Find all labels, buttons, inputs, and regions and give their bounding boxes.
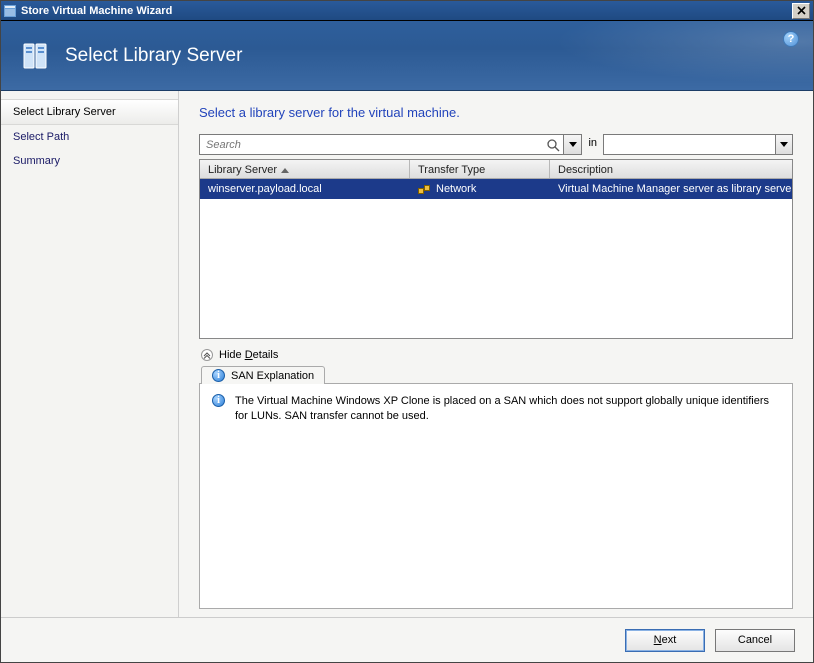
column-library-server[interactable]: Library Server <box>200 160 410 178</box>
wizard-body: Select Library Server Select Path Summar… <box>1 91 813 618</box>
cell-server: winserver.payload.local <box>200 183 410 195</box>
chevron-down-icon <box>775 135 792 154</box>
cell-description: Virtual Machine Manager server as librar… <box>550 183 792 195</box>
next-button[interactable]: Next <box>625 629 705 652</box>
column-label: Transfer Type <box>418 164 485 176</box>
grid-header: Library Server Transfer Type Description <box>200 160 792 179</box>
search-icon[interactable] <box>543 138 563 152</box>
in-label: in <box>582 134 603 155</box>
tab-label: SAN Explanation <box>231 370 314 382</box>
sort-asc-icon <box>281 168 289 173</box>
main-panel: Select a library server for the virtual … <box>179 91 813 617</box>
footer: Next Cancel <box>1 618 813 662</box>
search-scope-dropdown[interactable] <box>603 134 793 155</box>
help-icon[interactable]: ? <box>783 31 799 47</box>
app-icon <box>3 4 17 18</box>
chevron-down-icon <box>569 142 577 147</box>
san-explanation-message: The Virtual Machine Windows XP Clone is … <box>235 394 780 598</box>
banner: Select Library Server ? <box>1 21 813 91</box>
table-row[interactable]: winserver.payload.local Network Virtual … <box>200 179 792 199</box>
step-select-path[interactable]: Select Path <box>1 125 178 149</box>
search-scope-value <box>604 135 775 154</box>
info-icon: i <box>212 369 225 382</box>
column-transfer-type[interactable]: Transfer Type <box>410 160 550 178</box>
close-button[interactable] <box>792 3 810 19</box>
info-icon: i <box>212 394 225 407</box>
page-title: Select Library Server <box>65 45 242 67</box>
cancel-button[interactable]: Cancel <box>715 629 795 652</box>
library-server-icon <box>21 40 53 72</box>
search-input[interactable] <box>200 138 543 152</box>
column-description[interactable]: Description <box>550 160 792 178</box>
steps-sidebar: Select Library Server Select Path Summar… <box>1 91 179 617</box>
library-server-grid: Library Server Transfer Type Description… <box>199 159 793 339</box>
san-explanation-panel: i The Virtual Machine Windows XP Clone i… <box>199 383 793 609</box>
column-label: Description <box>558 164 613 176</box>
titlebar: Store Virtual Machine Wizard <box>1 1 813 21</box>
window-title: Store Virtual Machine Wizard <box>21 5 792 17</box>
grid-body: winserver.payload.local Network Virtual … <box>200 179 792 338</box>
search-row: in <box>199 134 793 155</box>
cell-transfer: Network <box>410 183 550 195</box>
search-mode-dropdown[interactable] <box>564 134 582 155</box>
hide-details-label: Hide Details <box>219 349 278 361</box>
step-summary[interactable]: Summary <box>1 149 178 173</box>
network-icon <box>418 185 430 193</box>
chevron-up-icon <box>201 349 213 361</box>
search-box <box>199 134 564 155</box>
tab-san-explanation[interactable]: i SAN Explanation <box>201 366 325 384</box>
instruction-text: Select a library server for the virtual … <box>199 105 793 120</box>
column-label: Library Server <box>208 164 277 176</box>
tab-strip: i SAN Explanation <box>201 365 793 383</box>
step-select-library-server[interactable]: Select Library Server <box>1 99 178 125</box>
hide-details-toggle[interactable]: Hide Details <box>201 349 793 361</box>
